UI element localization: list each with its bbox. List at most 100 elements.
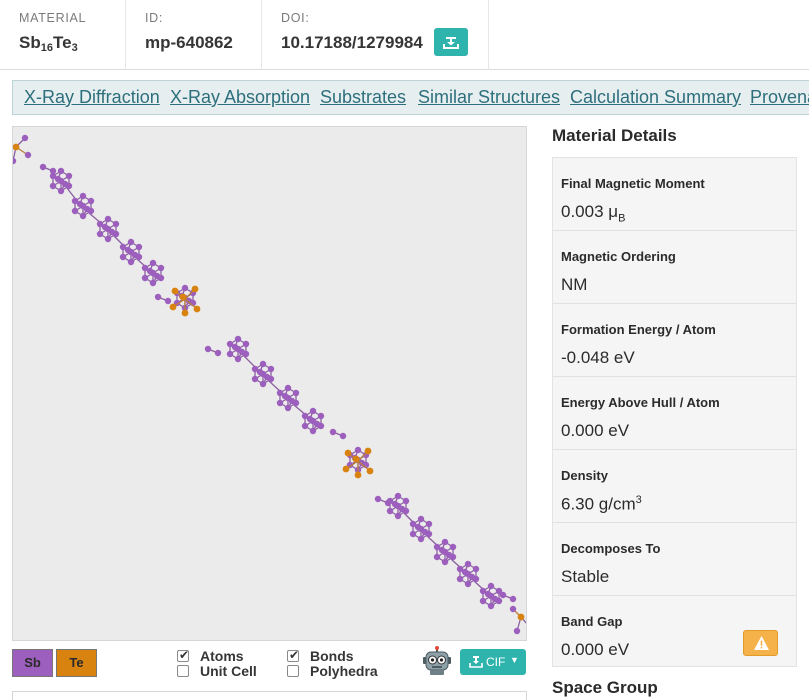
sb-atom: [354, 446, 362, 454]
tab-xray-absorption[interactable]: X-Ray Absorption: [170, 87, 310, 108]
sb-atom: [288, 397, 296, 405]
legend-te-label: Te: [69, 655, 84, 670]
detail-value: NM: [561, 275, 588, 294]
doi-label: DOI:: [281, 11, 310, 25]
sb-atom: [374, 495, 382, 503]
legend-sb: Sb: [12, 649, 53, 677]
sb-atom: [24, 151, 32, 159]
sb-atom: [394, 492, 402, 500]
sb-atom: [313, 420, 321, 428]
te-atom: [352, 455, 360, 463]
detail-value: 0.003 μB: [561, 202, 625, 224]
doi-download-button[interactable]: [434, 28, 468, 56]
sb-atom: [309, 427, 317, 435]
sb-atom: [256, 368, 264, 376]
sb-atom: [164, 297, 172, 305]
polyhedra-label: Polyhedra: [310, 663, 378, 679]
detail-value: -0.048 eV: [561, 348, 635, 367]
cif-download-button[interactable]: CIF ▼: [460, 649, 526, 675]
sb-atom: [491, 595, 499, 603]
sb-atom: [96, 230, 104, 238]
sb-atom: [263, 373, 271, 381]
sb-atom: [57, 187, 65, 195]
sb-atom: [141, 274, 149, 282]
sb-atom: [449, 543, 457, 551]
sb-atom: [414, 523, 422, 531]
download-tray-icon: [469, 656, 483, 668]
tab-provenance[interactable]: Provenance: [750, 87, 809, 108]
sb-atom: [384, 499, 392, 507]
sb-atom: [49, 182, 57, 190]
te-atom: [169, 303, 177, 311]
tab-similar-structures[interactable]: Similar Structures: [418, 87, 560, 108]
detail-label: Decomposes To: [561, 541, 661, 556]
check-icon: ✔: [179, 648, 190, 662]
sb-atom: [487, 602, 495, 610]
detail-value: 0.000 eV: [561, 421, 630, 440]
sb-atom: [238, 348, 246, 356]
sb-atom: [402, 497, 410, 505]
polyhedra-checkbox[interactable]: [287, 665, 299, 677]
te-atom: [364, 447, 372, 455]
sb-atom: [425, 520, 433, 528]
te-atom: [517, 613, 525, 621]
sb-atom: [242, 340, 250, 348]
formula-part: Te: [52, 33, 72, 52]
sb-atom: [259, 360, 267, 368]
sb-atom: [391, 500, 399, 508]
sb-atom: [83, 205, 91, 213]
detail-density: Density 6.30 g/cm3: [553, 450, 796, 523]
section-tabs: X-Ray Diffraction X-Ray Absorption Subst…: [12, 80, 809, 115]
sb-atom: [119, 253, 127, 261]
bonds-checkbox[interactable]: ✔: [287, 648, 299, 662]
detail-value: Stable: [561, 567, 610, 586]
detail-value-text: 0.003 μ: [561, 202, 619, 221]
tab-substrates[interactable]: Substrates: [320, 87, 406, 108]
sb-atom: [61, 180, 69, 188]
detail-formation-energy: Formation Energy / Atom -0.048 eV: [553, 304, 796, 377]
sb-atom: [309, 407, 317, 415]
sb-atom: [464, 560, 472, 568]
atoms-checkbox[interactable]: ✔: [177, 648, 190, 662]
sb-atom: [484, 590, 492, 598]
sb-atom: [251, 375, 259, 383]
download-tray-icon: [443, 37, 459, 49]
sb-atom: [267, 365, 275, 373]
sb-atom: [464, 580, 472, 588]
sb-atom: [234, 335, 242, 343]
sb-atom: [57, 167, 65, 175]
te-atom: [191, 285, 199, 293]
sb-atom: [131, 251, 139, 259]
te-atom: [342, 465, 350, 473]
space-group-title: Space Group: [552, 678, 658, 697]
cif-label: CIF: [486, 655, 506, 669]
tab-xray-diffraction[interactable]: X-Ray Diffraction: [24, 87, 160, 108]
sb-atom: [433, 553, 441, 561]
sb-atom: [398, 505, 406, 513]
detail-value: 0.000 eV: [561, 640, 630, 659]
material-details-panel: Final Magnetic Moment 0.003 μB Magnetic …: [552, 157, 797, 667]
robot-button[interactable]: [421, 645, 453, 677]
detail-label: Density: [561, 468, 608, 483]
sb-atom: [479, 597, 487, 605]
sb-atom: [441, 558, 449, 566]
unit-cell-checkbox[interactable]: [177, 665, 189, 677]
crystal-structure-canvas[interactable]: [13, 127, 527, 641]
structure-viewer[interactable]: [12, 126, 527, 641]
doi-value[interactable]: 10.17188/1279984: [281, 33, 423, 53]
sb-atom: [154, 293, 162, 301]
warning-icon: [754, 636, 769, 650]
sb-atom: [417, 515, 425, 523]
sb-atom: [49, 167, 57, 175]
sb-atom: [231, 343, 239, 351]
sb-atom: [284, 384, 292, 392]
sb-atom: [101, 223, 109, 231]
te-atom: [181, 309, 189, 317]
band-gap-warning-button[interactable]: [743, 630, 778, 656]
detail-label: Band Gap: [561, 614, 623, 629]
sb-atom: [127, 238, 135, 246]
tab-calculation-summary[interactable]: Calculation Summary: [570, 87, 741, 108]
detail-magnetic-ordering: Magnetic Ordering NM: [553, 231, 796, 304]
sb-atom: [146, 267, 154, 275]
sb-atom: [509, 605, 517, 613]
